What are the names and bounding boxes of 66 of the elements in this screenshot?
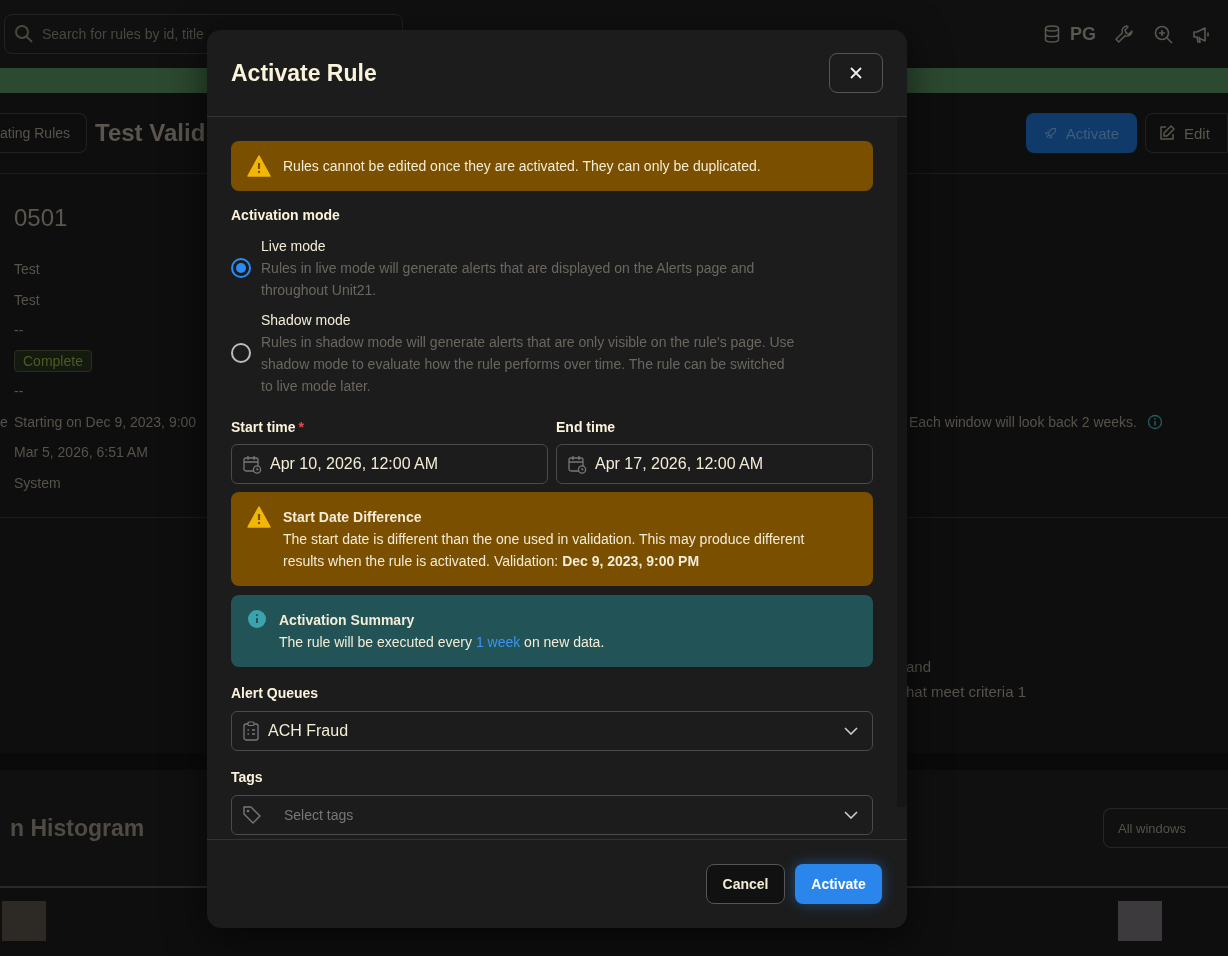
calendar-clock-icon [242, 454, 262, 474]
field-label: Start time [231, 419, 296, 435]
window-select[interactable]: All windows [1103, 808, 1228, 848]
field-label: Activation mode [231, 207, 341, 223]
search-field[interactable]: Search for rules by id, title [4, 14, 403, 54]
cancel-button[interactable]: Cancel [706, 864, 785, 904]
database-icon[interactable] [1044, 25, 1060, 43]
info-icon [247, 609, 267, 629]
detail-value: -- [14, 322, 24, 339]
queue-select[interactable]: ACH Fraud [231, 711, 873, 751]
warning-icon [247, 155, 271, 177]
user-initials[interactable]: PG [1070, 23, 1096, 45]
status-badge: Complete [14, 349, 92, 372]
lookback-note: Each window will look back 2 weeks. [909, 413, 1137, 430]
info-icon [1147, 413, 1163, 430]
activate-button[interactable]: Activate [795, 864, 882, 904]
warning-icon [247, 506, 271, 528]
clipboard-icon [242, 721, 260, 741]
required-mark: * [298, 419, 305, 435]
interval-link[interactable]: 1 week [475, 634, 521, 650]
date-field[interactable]: Apr 17, 2026, 12:00 AM [556, 444, 873, 484]
option-description: Rules in shadow mode will generate alerts that are only visible on the rule's page. Use shadow mode to evaluate how the rule performs over time. The rule can be switched to live mode later. [261, 333, 796, 396]
warning-title: Start Date Difference [283, 508, 423, 527]
warning-text: Rules cannot be edited once they are activated. They can only be duplicated. [283, 158, 761, 174]
breadcrumb-button[interactable]: ating Rules [0, 113, 88, 153]
field-label: Alert Queues [231, 685, 320, 701]
description-text: and [906, 658, 933, 675]
megaphone-icon[interactable] [1192, 24, 1212, 44]
detail-value: Mar 5, 2026, 6:51 AM [14, 444, 148, 461]
field-label: Tags [231, 769, 264, 785]
detail-label: e [0, 413, 8, 430]
detail-value: Test [14, 291, 40, 308]
histogram-bar [2, 901, 46, 941]
info-title: Activation Summary [279, 611, 416, 630]
dialog-title: Activate Rule [231, 59, 377, 87]
option-description: Rules in live mode will generate alerts that are displayed on the Alerts page and throughout Unit21. [261, 259, 756, 300]
description-text: hat meet criteria 1 [906, 683, 1028, 700]
search-icon [14, 24, 34, 44]
edit-icon [1158, 124, 1176, 142]
summary-text: The rule will be executed every 1 week on new data. [279, 633, 606, 652]
close-button[interactable] [829, 53, 883, 93]
tag-icon [242, 805, 262, 825]
close-icon [849, 66, 863, 80]
option-label: Live mode [261, 237, 327, 256]
date-field[interactable]: Apr 10, 2026, 12:00 AM [231, 444, 548, 484]
rule-id: 0501 [14, 204, 68, 231]
calendar-clock-icon [567, 454, 587, 474]
radio-button[interactable] [231, 258, 251, 278]
wrench-icon[interactable] [1114, 24, 1134, 44]
warning-text: The start date is different than the one used in validation. This may produce different results when the rule is activated. Validation: Dec 9, 2023, 9:00 PM [283, 530, 806, 571]
detail-value: System [14, 474, 61, 491]
field-label: End time [556, 419, 616, 435]
tags-select[interactable]: Select tags [231, 795, 873, 835]
section-title: n Histogram [10, 814, 145, 842]
scrollbar[interactable] [897, 117, 907, 807]
detail-value: Test [14, 261, 40, 278]
chevron-down-icon [844, 811, 858, 819]
radio-button[interactable] [231, 343, 251, 363]
page-title: Test Valid [95, 119, 206, 147]
chevron-down-icon [844, 727, 858, 735]
option-label: Shadow mode [261, 311, 352, 330]
detail-value: -- [14, 383, 24, 400]
histogram-bar [1118, 901, 1162, 941]
edit-button[interactable]: Edit [1145, 113, 1228, 153]
detail-value: Starting on Dec 9, 2023, 9:00 [14, 413, 197, 430]
zoom-in-icon[interactable] [1152, 23, 1174, 45]
